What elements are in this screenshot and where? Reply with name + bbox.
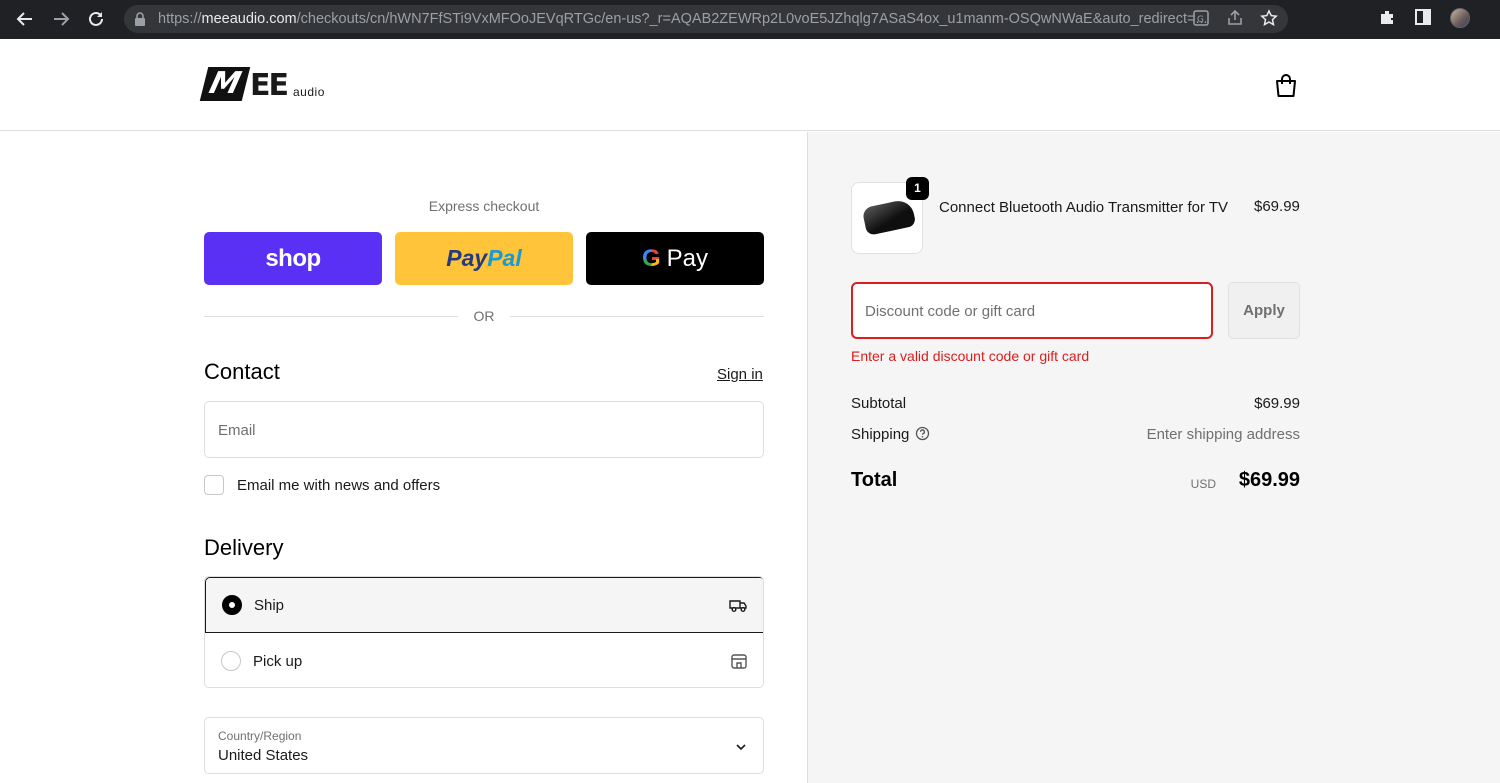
sign-in-link[interactable]: Sign in: [717, 366, 763, 383]
lock-icon[interactable]: [134, 12, 146, 31]
extensions-icon[interactable]: [1378, 8, 1398, 28]
svg-text:G: G: [1197, 15, 1204, 25]
delivery-option-ship[interactable]: Ship: [205, 577, 763, 633]
sidepanel-icon[interactable]: [1414, 8, 1434, 28]
subtotal-row: Subtotal $69.99: [851, 395, 1300, 412]
total-value: $69.99: [1238, 469, 1300, 491]
total-row: Total USD $69.99: [851, 469, 1300, 491]
newsletter-checkbox[interactable]: [204, 475, 224, 495]
site-header: M EE audio: [0, 39, 1500, 131]
shipping-value: Enter shipping address: [1146, 426, 1300, 443]
delivery-option-pickup[interactable]: Pick up: [205, 633, 763, 687]
back-icon[interactable]: [12, 6, 38, 32]
profile-avatar[interactable]: [1450, 8, 1470, 28]
pickup-radio[interactable]: [221, 651, 241, 671]
apply-discount-button[interactable]: Apply: [1228, 282, 1300, 339]
quantity-badge: 1: [906, 177, 929, 200]
truck-icon: [728, 595, 748, 615]
discount-error-message: Enter a valid discount code or gift card: [851, 348, 1090, 364]
ship-radio[interactable]: [222, 595, 242, 615]
discount-code-input[interactable]: Discount code or gift card: [851, 282, 1213, 339]
subtotal-value: $69.99: [1254, 395, 1300, 412]
chevron-down-icon: [735, 740, 747, 758]
help-circle-icon[interactable]: [915, 426, 930, 445]
newsletter-checkbox-row[interactable]: Email me with news and offers: [204, 475, 440, 495]
email-field[interactable]: Email: [204, 401, 764, 458]
currency-code: USD: [1190, 477, 1216, 491]
translate-icon[interactable]: G: [1192, 9, 1212, 29]
delivery-method-options: Ship Pick up: [204, 576, 764, 688]
star-icon[interactable]: [1260, 9, 1280, 29]
browser-toolbar: https://meeaudio.com/checkouts/cn/hWN7Ff…: [0, 0, 1500, 39]
share-icon[interactable]: [1226, 9, 1246, 29]
delivery-heading: Delivery: [204, 535, 284, 560]
shopping-bag-icon[interactable]: [1272, 72, 1300, 100]
google-g-icon: G: [641, 244, 661, 272]
mee-audio-logo[interactable]: M EE audio: [199, 66, 325, 101]
paypal-button[interactable]: Pay Pal: [395, 232, 573, 285]
store-icon: [729, 651, 749, 671]
newsletter-label: Email me with news and offers: [237, 476, 441, 494]
url-text: https://meeaudio.com/checkouts/cn/hWN7Ff…: [158, 11, 1208, 27]
forward-icon[interactable]: [48, 6, 74, 32]
address-bar[interactable]: https://meeaudio.com/checkouts/cn/hWN7Ff…: [124, 5, 1288, 33]
checkout-form: Express checkout shop Pay Pal G Pay OR Con…: [0, 132, 807, 783]
google-pay-button[interactable]: G Pay: [586, 232, 764, 285]
express-checkout-label: Express checkout: [428, 198, 540, 214]
product-price: $69.99: [1254, 198, 1300, 215]
or-divider: OR: [204, 306, 764, 326]
order-summary: 1 Connect Bluetooth Audio Transmitter fo…: [807, 132, 1500, 783]
country-region-select[interactable]: Country/Region United States: [204, 717, 764, 774]
shipping-row: Shipping Enter shipping address: [851, 426, 1300, 445]
product-name: Connect Bluetooth Audio Transmitter for …: [939, 199, 1229, 216]
contact-heading: Contact: [204, 359, 280, 384]
shop-pay-button[interactable]: shop: [204, 232, 382, 285]
reload-icon[interactable]: [83, 6, 109, 32]
